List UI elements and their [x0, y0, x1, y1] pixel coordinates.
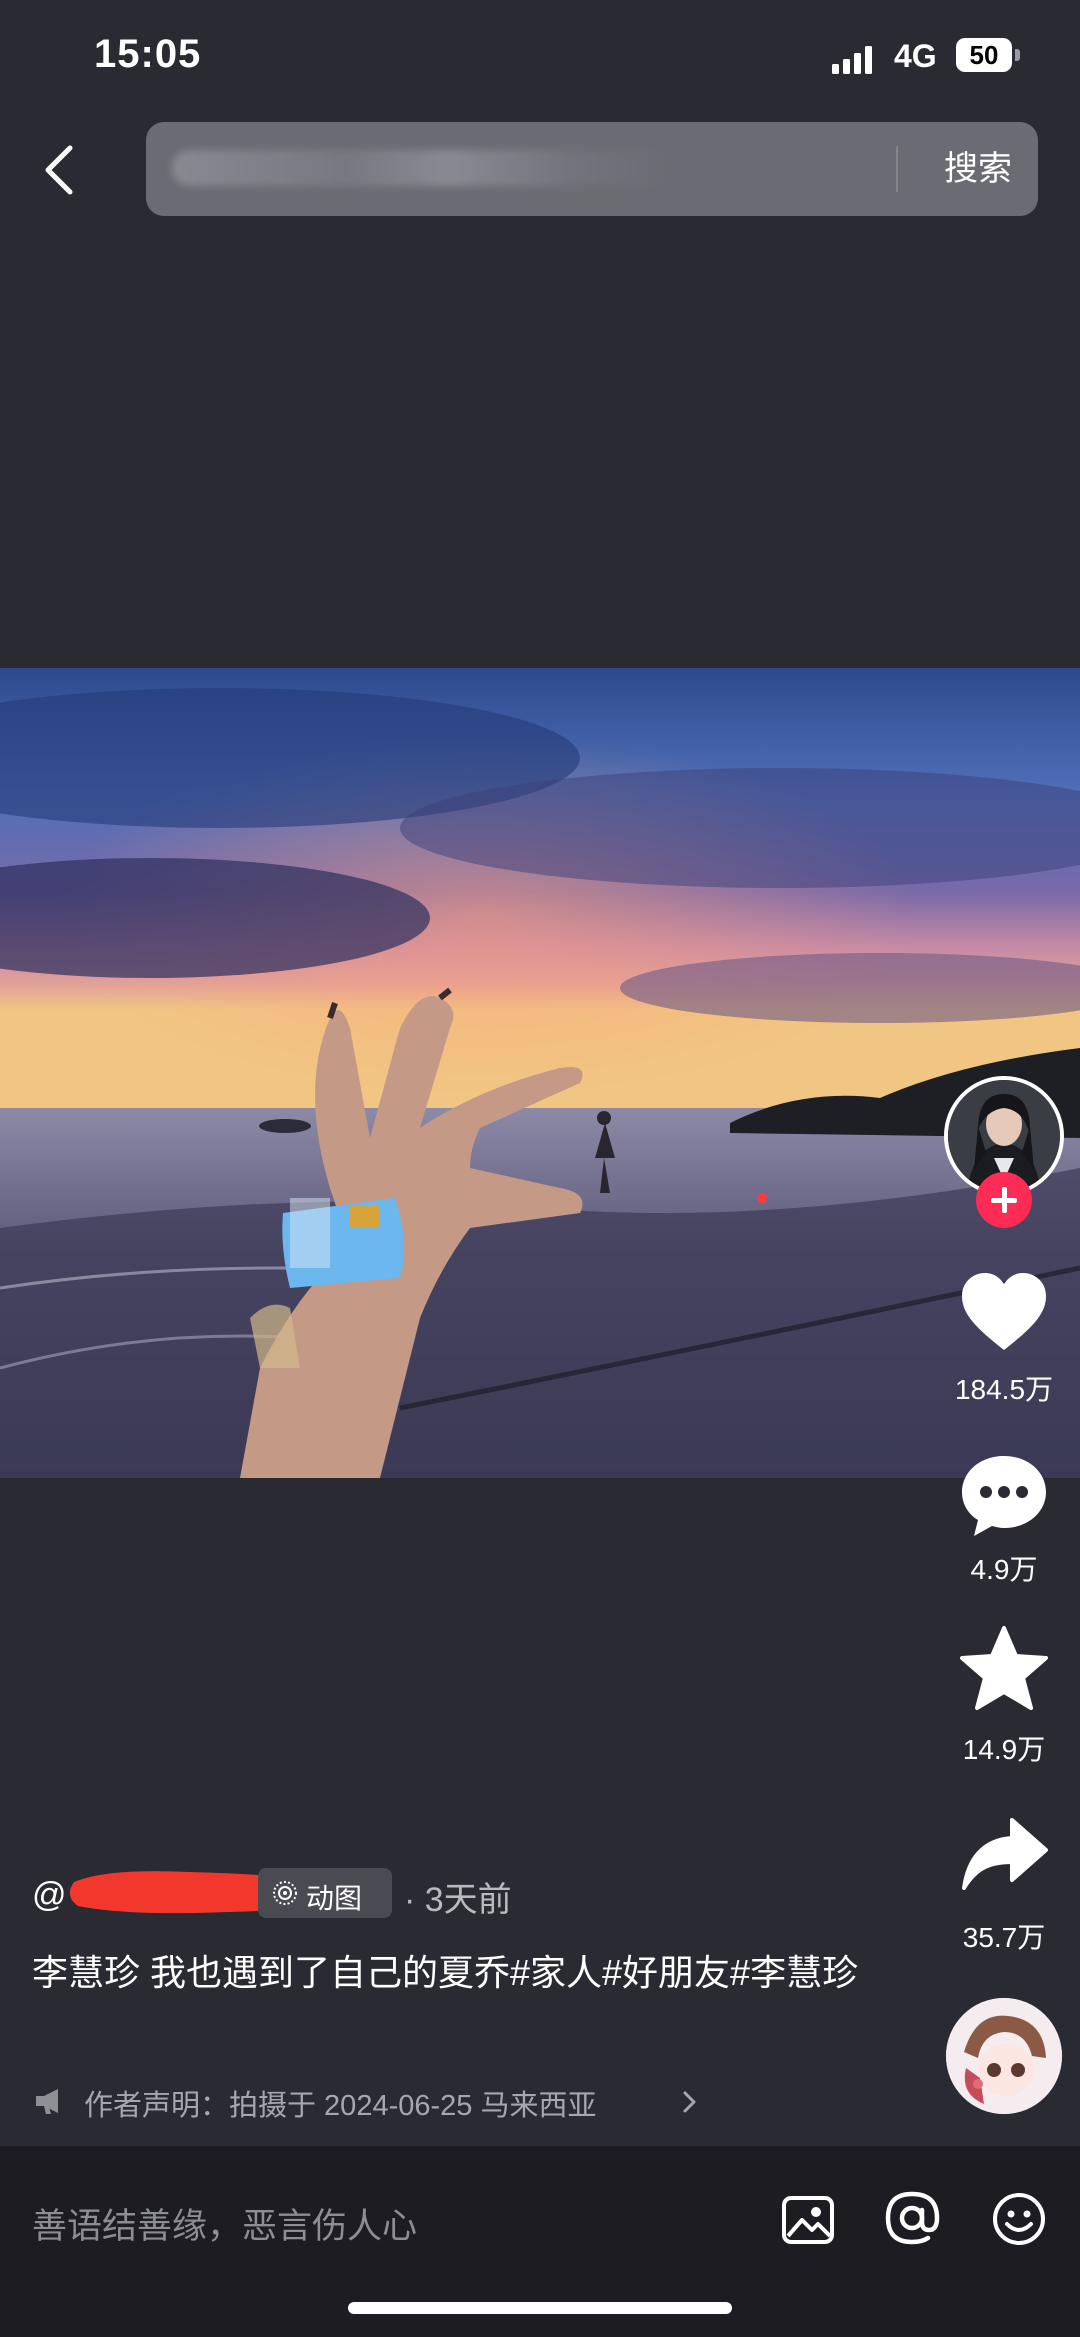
comment-bubble-icon[interactable] — [956, 1448, 1052, 1544]
at-icon[interactable] — [882, 2188, 942, 2248]
megaphone-icon — [36, 2089, 58, 2114]
star-icon[interactable] — [956, 1622, 1052, 1718]
author-at-sign: @ — [32, 1876, 67, 1914]
post-caption[interactable]: 李慧珍 我也遇到了自己的夏乔#家人#好朋友#李慧珍 — [32, 1946, 892, 2000]
home-indicator — [348, 2302, 732, 2314]
gif-tag-label: 动图 — [306, 1883, 363, 1914]
signal-icon — [832, 46, 872, 74]
search-input[interactable]: 搜索 — [146, 122, 1038, 216]
network-type: 4G — [894, 38, 937, 74]
share-arrow-icon[interactable] — [956, 1806, 1052, 1902]
post-time: · 3天前 — [404, 1881, 512, 1919]
emoji-icon[interactable] — [990, 2190, 1048, 2248]
follow-button[interactable] — [976, 1172, 1032, 1228]
back-arrow-icon[interactable] — [30, 140, 90, 200]
like-count: 184.5万 — [954, 1374, 1054, 1405]
heart-icon[interactable] — [956, 1266, 1052, 1362]
comment-bar: 善语结善缘，恶言伤人心 — [0, 2146, 1080, 2337]
battery-icon: 50 — [956, 38, 1022, 74]
gif-tag-chip[interactable]: 动图 — [258, 1868, 392, 1918]
comment-input[interactable]: 善语结善缘，恶言伤人心 — [32, 2198, 417, 2249]
chevron-right-icon — [683, 2091, 696, 2113]
video-player[interactable] — [0, 668, 1080, 1478]
search-button[interactable]: 搜索 — [918, 122, 1038, 216]
declaration-text: 作者声明：拍摄于 2024-06-25 马来西亚 — [84, 2090, 597, 2122]
search-query-blurred — [172, 150, 672, 186]
status-time: 15:05 — [94, 32, 202, 76]
comment-count: 4.9万 — [970, 1554, 1038, 1585]
favorite-count: 14.9万 — [962, 1734, 1046, 1765]
live-photo-icon — [273, 1881, 297, 1905]
search-divider — [896, 146, 898, 192]
image-icon[interactable] — [780, 2192, 836, 2248]
share-count: 35.7万 — [962, 1922, 1046, 1953]
battery-level: 50 — [969, 40, 999, 70]
music-disc-avatar[interactable] — [946, 1998, 1062, 2114]
